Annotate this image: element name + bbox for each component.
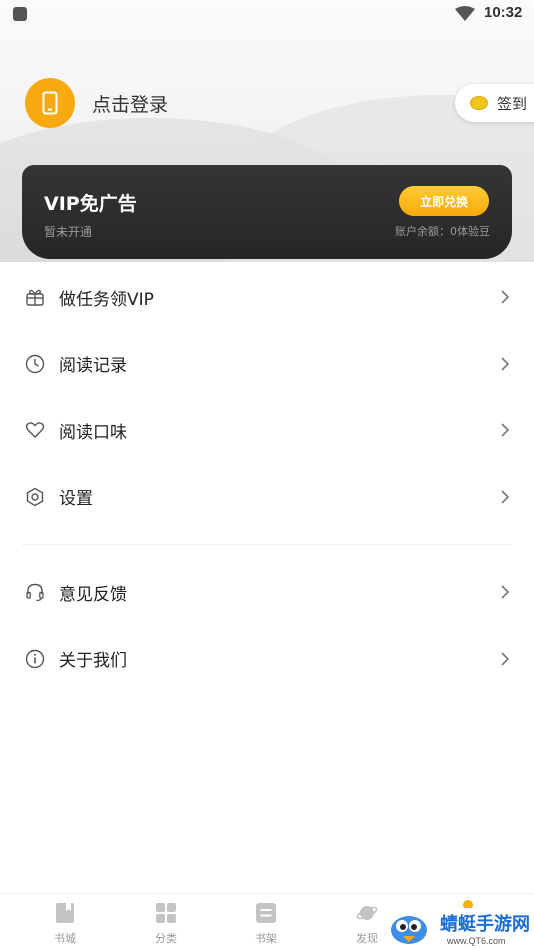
- heart-icon: [24, 419, 46, 441]
- menu-item-reading-history[interactable]: 阅读记录: [0, 331, 534, 398]
- redeem-button[interactable]: 立即兑换: [399, 186, 489, 216]
- status-time: 10:32: [484, 4, 523, 21]
- tab-label: 书架: [255, 932, 277, 945]
- headset-icon: [24, 581, 46, 603]
- vip-card: VIP免广告 暂未开通 立即兑换 账户余额：0体验豆: [22, 165, 512, 259]
- tab-bookshelf[interactable]: 书架: [216, 894, 316, 949]
- tab-label: 书城: [54, 932, 76, 945]
- menu-label: 阅读口味: [59, 422, 127, 443]
- menu-label: 阅读记录: [59, 356, 127, 377]
- signin-label: 签到: [497, 94, 528, 113]
- tab-bookstore[interactable]: 书城: [15, 894, 115, 949]
- clock-icon: [24, 353, 46, 375]
- chevron-right-icon: [501, 357, 510, 371]
- info-icon: [24, 648, 46, 670]
- chevron-right-icon: [501, 290, 510, 304]
- phone-icon: [42, 91, 58, 115]
- hexagon-settings-icon: [24, 486, 46, 508]
- chevron-right-icon: [501, 490, 510, 504]
- coin-icon: [470, 96, 488, 110]
- wifi-icon: [455, 6, 475, 21]
- menu-item-settings[interactable]: 设置: [0, 464, 534, 531]
- signin-button[interactable]: 签到: [455, 84, 534, 122]
- vip-status: 暂未开通: [44, 225, 93, 239]
- menu-label: 设置: [59, 489, 93, 510]
- menu-item-tasks-vip[interactable]: 做任务领VIP: [0, 264, 534, 331]
- tab-category[interactable]: 分类: [116, 894, 216, 949]
- watermark-url: www.QT6.com: [447, 936, 506, 946]
- grid-icon: [156, 903, 176, 923]
- dragonfly-logo-icon: [391, 916, 427, 944]
- menu-item-feedback[interactable]: 意见反馈: [0, 559, 534, 626]
- tab-label: 分类: [155, 932, 177, 945]
- vip-title: VIP免广告: [44, 193, 137, 215]
- menu-label: 关于我们: [59, 651, 127, 672]
- menu-item-reading-taste[interactable]: 阅读口味: [0, 397, 534, 464]
- planet-icon: [356, 906, 378, 920]
- book-icon: [56, 903, 74, 923]
- watermark: 蜻蜓手游网 www.QT6.com: [385, 908, 534, 949]
- chevron-right-icon: [501, 423, 510, 437]
- menu-divider: [22, 544, 512, 545]
- menu-label: 意见反馈: [59, 584, 127, 605]
- menu-label: 做任务领VIP: [59, 289, 154, 310]
- status-bar: 10:32: [0, 0, 534, 28]
- notification-icon: [13, 7, 27, 21]
- login-link[interactable]: 点击登录: [92, 90, 168, 117]
- shelf-icon: [256, 903, 276, 923]
- chevron-right-icon: [501, 652, 510, 666]
- menu-item-about-us[interactable]: 关于我们: [0, 626, 534, 693]
- menu-list: 做任务领VIP 阅读记录 阅读口味 设置 意见反馈 关于我们: [0, 264, 534, 692]
- chevron-right-icon: [501, 585, 510, 599]
- avatar[interactable]: [25, 78, 75, 128]
- vip-balance: 账户余额：0体验豆: [395, 225, 490, 238]
- gift-icon: [24, 286, 46, 308]
- watermark-title: 蜻蜓手游网: [440, 914, 530, 935]
